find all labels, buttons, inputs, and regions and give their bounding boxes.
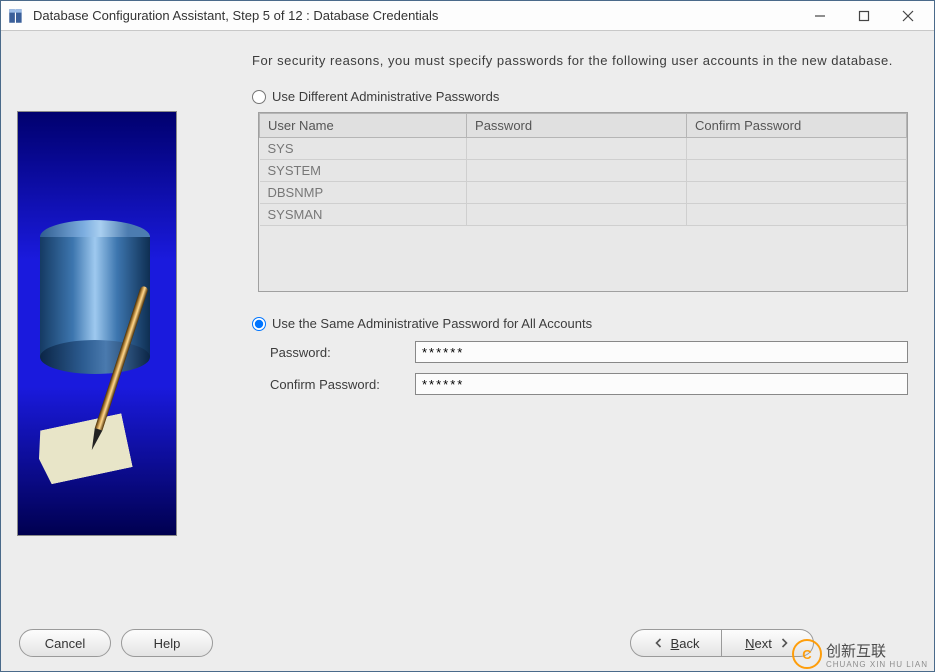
instruction-text: For security reasons, you must specify p… [252, 51, 908, 71]
table-row: SYSMAN [260, 204, 907, 226]
main-row: For security reasons, you must specify p… [1, 31, 934, 623]
cell-user: SYSMAN [260, 204, 467, 226]
table-row: SYSTEM [260, 160, 907, 182]
table-row: DBSNMP [260, 182, 907, 204]
titlebar: Database Configuration Assistant, Step 5… [1, 1, 934, 31]
radio-different-label: Use Different Administrative Passwords [272, 89, 499, 104]
radio-different-passwords[interactable]: Use Different Administrative Passwords [252, 89, 908, 104]
watermark-logo-icon: C [792, 639, 822, 669]
back-label: Back [671, 636, 700, 651]
cell-confirm[interactable] [687, 182, 907, 204]
cell-password[interactable] [467, 182, 687, 204]
close-button[interactable] [886, 2, 930, 30]
back-button[interactable]: Back [630, 629, 722, 657]
radio-different-input[interactable] [252, 90, 266, 104]
passwords-table: User Name Password Confirm Password SYS [258, 112, 908, 292]
form-panel: For security reasons, you must specify p… [192, 51, 918, 613]
cell-user: SYS [260, 138, 467, 160]
radio-same-label: Use the Same Administrative Password for… [272, 316, 592, 331]
cancel-button[interactable]: Cancel [19, 629, 111, 657]
col-password: Password [467, 114, 687, 138]
cancel-label: Cancel [45, 636, 85, 651]
content-area: For security reasons, you must specify p… [1, 31, 934, 671]
window-title: Database Configuration Assistant, Step 5… [33, 8, 798, 23]
app-icon [7, 7, 25, 25]
database-cylinder-icon [40, 220, 150, 370]
side-panel [17, 111, 192, 613]
chevron-right-icon [778, 637, 790, 649]
table-row: SYS [260, 138, 907, 160]
password-label: Password: [270, 345, 415, 360]
cell-user: DBSNMP [260, 182, 467, 204]
watermark-sub: CHUANG XIN HU LIAN [826, 661, 928, 669]
col-user: User Name [260, 114, 467, 138]
app-window: Database Configuration Assistant, Step 5… [0, 0, 935, 672]
minimize-button[interactable] [798, 2, 842, 30]
cell-password[interactable] [467, 160, 687, 182]
next-label: Next [745, 636, 772, 651]
wizard-illustration [17, 111, 177, 536]
radio-same-input[interactable] [252, 317, 266, 331]
cell-user: SYSTEM [260, 160, 467, 182]
cell-confirm[interactable] [687, 160, 907, 182]
help-button[interactable]: Help [121, 629, 213, 657]
password-input[interactable] [415, 341, 908, 363]
password-row: Password: [270, 341, 908, 363]
confirm-password-row: Confirm Password: [270, 373, 908, 395]
col-confirm: Confirm Password [687, 114, 907, 138]
cell-confirm[interactable] [687, 204, 907, 226]
button-bar: Cancel Help Back Next [1, 623, 934, 671]
help-label: Help [154, 636, 181, 651]
maximize-button[interactable] [842, 2, 886, 30]
radio-same-password[interactable]: Use the Same Administrative Password for… [252, 316, 908, 331]
confirm-password-input[interactable] [415, 373, 908, 395]
chevron-left-icon [653, 637, 665, 649]
confirm-password-label: Confirm Password: [270, 377, 415, 392]
cell-password[interactable] [467, 204, 687, 226]
watermark-text: 创新互联 [826, 643, 886, 660]
watermark: C 创新互联 CHUANG XIN HU LIAN [792, 639, 928, 669]
same-password-block: Password: Confirm Password: [270, 341, 908, 395]
cell-password[interactable] [467, 138, 687, 160]
cell-confirm[interactable] [687, 138, 907, 160]
